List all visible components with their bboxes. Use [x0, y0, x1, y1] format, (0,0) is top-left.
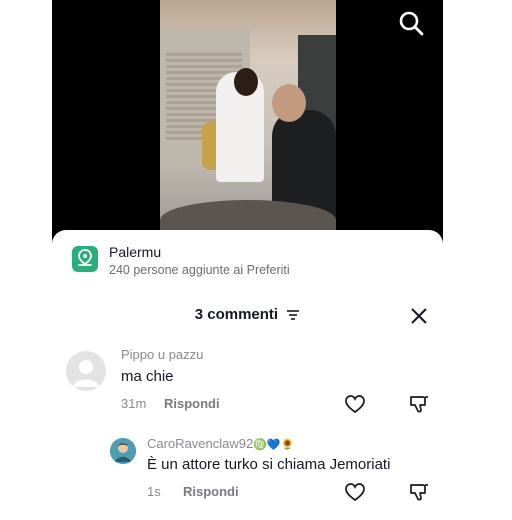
comment-username[interactable]: CaroRavenclaw92♍💙🌻	[147, 436, 294, 451]
video-player[interactable]	[160, 0, 336, 236]
avatar[interactable]	[110, 438, 136, 464]
location-pin-icon	[72, 246, 98, 272]
comment-username[interactable]: Pippo u pazzu	[121, 347, 203, 362]
username-emojis: ♍💙🌻	[253, 439, 295, 451]
like-icon[interactable]	[344, 394, 366, 414]
comment-text: ma chie	[121, 368, 174, 385]
comments-count: 3 commenti	[194, 306, 279, 323]
comment-text: È un attore turko si chiama Jemoriati	[147, 456, 391, 473]
close-icon[interactable]	[409, 306, 429, 326]
location-favorites-count: 240 persone aggiunte ai Preferiti	[109, 263, 290, 277]
avatar[interactable]	[66, 351, 106, 391]
like-icon[interactable]	[344, 482, 366, 502]
comment-username-text: CaroRavenclaw92	[147, 436, 254, 451]
reply-button[interactable]: Rispondi	[183, 484, 239, 499]
reply-button[interactable]: Rispondi	[164, 396, 220, 411]
video-scene-head	[234, 68, 258, 96]
comments-header: 3 commenti	[52, 306, 443, 323]
dislike-icon[interactable]	[408, 482, 430, 502]
video-scene-head	[272, 84, 306, 122]
sort-icon[interactable]	[286, 309, 300, 321]
dislike-icon[interactable]	[408, 394, 430, 414]
comments-sheet: Palermu 240 persone aggiunte ai Preferit…	[52, 230, 443, 520]
search-icon[interactable]	[398, 10, 424, 36]
location-name[interactable]: Palermu	[109, 244, 161, 260]
comment-time: 1s	[147, 484, 161, 499]
comment-time: 31m	[121, 396, 147, 411]
